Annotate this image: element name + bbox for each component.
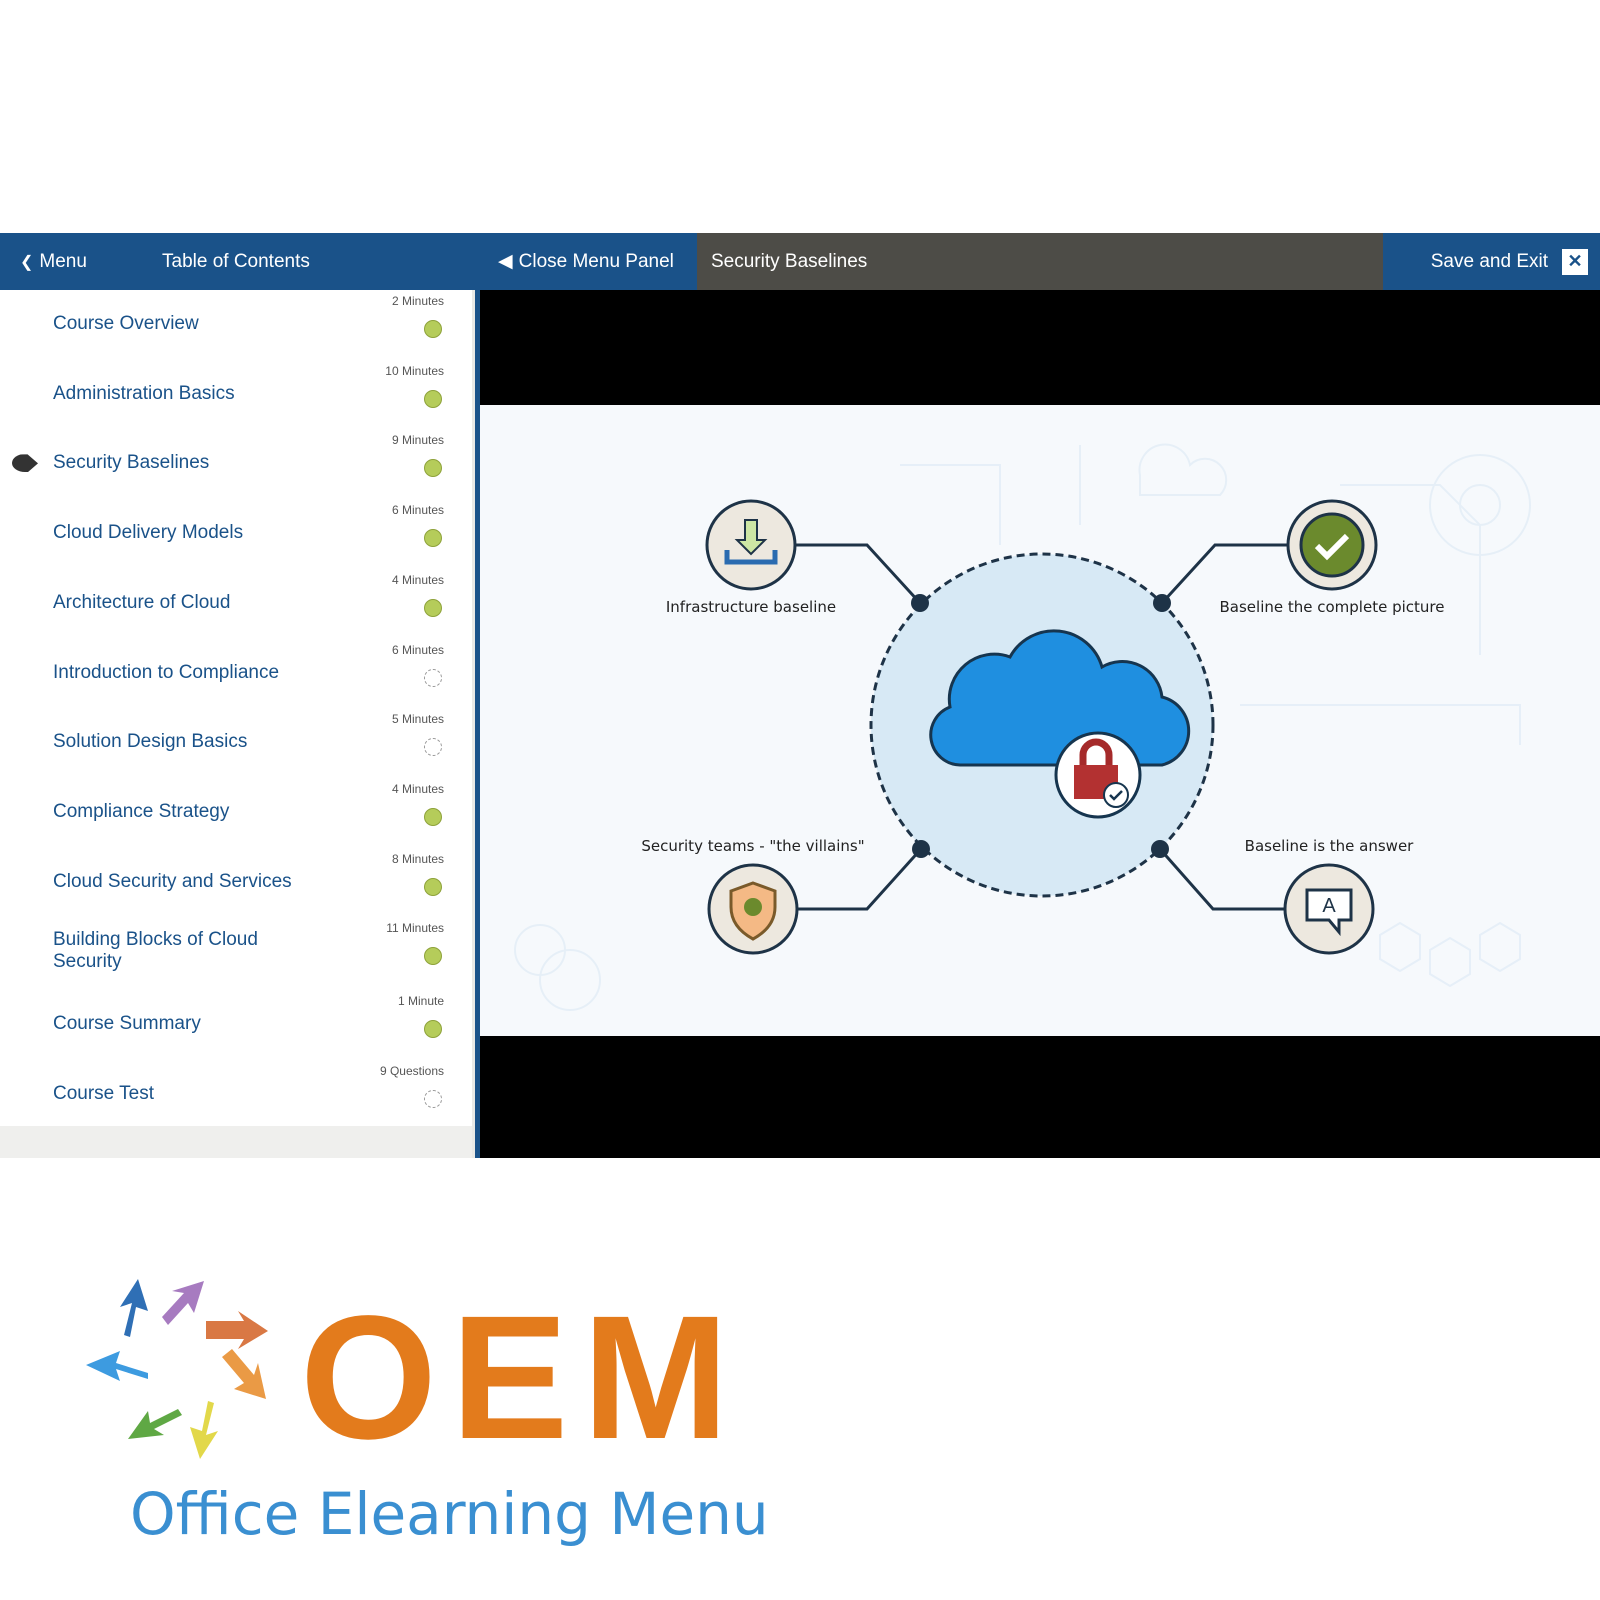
current-lesson-marker-icon xyxy=(12,454,38,473)
toc-item-duration: 11 Minutes xyxy=(386,921,444,936)
toc-item-duration: 6 Minutes xyxy=(391,642,444,657)
oem-logo-text: OEM xyxy=(300,1280,743,1476)
close-panel-label: Close Menu Panel xyxy=(518,250,674,272)
toc-header: ❮ Menu Table of Contents ◀ Close Menu Pane… xyxy=(0,233,697,290)
label-infrastructure-baseline: Infrastructure baseline xyxy=(666,598,836,616)
toc-item-title: Introduction to Compliance xyxy=(53,661,280,683)
complete-status-icon xyxy=(424,877,442,896)
bubble-letter: A xyxy=(1322,895,1336,917)
close-menu-panel-button[interactable]: ◀ Close Menu Panel xyxy=(498,250,674,273)
toc-item[interactable]: Cloud Security and Services 8 Minutes xyxy=(0,848,472,916)
toc-item[interactable]: Introduction to Compliance 6 Minutes xyxy=(0,639,472,707)
incomplete-status-icon xyxy=(424,1089,442,1108)
toc-item-title: Cloud Security and Services xyxy=(53,870,292,892)
complete-status-icon xyxy=(424,807,442,826)
toc-item[interactable]: Course Test 9 Questions xyxy=(0,1060,472,1128)
toc-item-title: Compliance Strategy xyxy=(53,800,230,822)
toc-item-duration: 5 Minutes xyxy=(391,712,444,727)
sidebar-footer xyxy=(0,1126,472,1158)
toc-item-duration: 9 Minutes xyxy=(391,433,444,448)
table-of-contents: Course Overview 2 Minutes Administration B… xyxy=(0,290,472,1126)
toc-item[interactable]: Course Summary 1 Minute xyxy=(0,990,472,1058)
toc-item-title: Security Baselines xyxy=(53,452,210,474)
chevron-left-icon: ❮ xyxy=(20,253,34,271)
incomplete-status-icon xyxy=(424,668,442,687)
toc-item-title: Solution Design Basics xyxy=(53,731,248,753)
label-security-teams: Security teams - "the villains" xyxy=(641,837,864,855)
close-icon[interactable]: ✕ xyxy=(1562,248,1588,275)
toc-title: Table of Contents xyxy=(162,251,310,273)
complete-status-icon xyxy=(424,389,442,408)
toc-item[interactable]: Cloud Delivery Models 6 Minutes xyxy=(0,499,472,567)
toc-label: Table of Contents xyxy=(162,250,310,272)
save-exit-label: Save and Exit xyxy=(1430,250,1548,272)
toc-item-duration: 1 Minute xyxy=(397,994,444,1008)
sidebar-scrollbar[interactable] xyxy=(472,290,480,1158)
menu-button[interactable]: ❮ Menu xyxy=(20,251,87,273)
toc-item[interactable]: Administration Basics 10 Minutes xyxy=(0,360,472,428)
incomplete-status-icon xyxy=(424,738,442,757)
toc-item-title: Administration Basics xyxy=(53,382,235,404)
complete-status-icon xyxy=(424,1020,442,1038)
lesson-title: Security Baselines xyxy=(711,250,868,272)
complete-status-icon xyxy=(424,320,442,338)
toc-item-duration: 4 Minutes xyxy=(391,572,444,587)
label-baseline-complete-picture: Baseline the complete picture xyxy=(1220,598,1445,616)
toc-item-title: Course Summary xyxy=(53,1013,201,1034)
slide-viewer: A Infrastructure baseline Baseline the c… xyxy=(480,290,1600,1158)
oem-logo-arrows xyxy=(86,1279,268,1459)
brand-tagline: Office Elearning Menu xyxy=(130,1480,769,1548)
title-bar: Security Baselines xyxy=(697,233,1383,290)
slide: A Infrastructure baseline Baseline the c… xyxy=(480,405,1600,1036)
toc-item-title: Course Overview xyxy=(53,313,199,334)
toc-item-duration: 9 Questions xyxy=(379,1063,444,1078)
toc-item[interactable]: Security Baselines 9 Minutes xyxy=(0,429,472,497)
speech-bubble-icon: A xyxy=(1283,863,1375,955)
toc-item-duration: 10 Minutes xyxy=(385,363,444,378)
toc-item-title: Course Test xyxy=(53,1082,155,1104)
complete-status-icon xyxy=(424,598,442,617)
menu-label: Menu xyxy=(39,250,87,272)
shield-icon xyxy=(707,863,799,955)
complete-status-icon xyxy=(424,459,442,478)
toc-item-title: Building Blocks of Cloud Security xyxy=(53,929,258,973)
checkmark-icon xyxy=(1286,499,1378,591)
label-baseline-answer: Baseline is the answer xyxy=(1245,837,1415,855)
toc-item-duration: 8 Minutes xyxy=(391,851,444,866)
infrastructure-icon xyxy=(705,499,797,591)
toc-item[interactable]: Architecture of Cloud 4 Minutes xyxy=(0,569,472,637)
toc-item-title: Architecture of Cloud xyxy=(53,591,231,613)
toc-item[interactable]: Course Overview 2 Minutes xyxy=(0,290,472,358)
complete-status-icon xyxy=(424,947,442,966)
toc-item[interactable]: Building Blocks of Cloud Security 11 Minu… xyxy=(0,917,472,985)
complete-status-icon xyxy=(424,529,442,548)
caret-left-icon: ◀ xyxy=(498,251,513,272)
toc-item-duration: 2 Minutes xyxy=(391,294,444,308)
toc-item[interactable]: Compliance Strategy 4 Minutes xyxy=(0,778,472,846)
toc-item-title: Cloud Delivery Models xyxy=(53,522,244,544)
toc-item-duration: 6 Minutes xyxy=(391,503,444,518)
save-exit-button[interactable]: Save and Exit ✕ xyxy=(1383,233,1600,290)
toc-item[interactable]: Solution Design Basics 5 Minutes xyxy=(0,708,472,776)
toc-item-duration: 4 Minutes xyxy=(391,781,444,796)
security-baseline-diagram: A Infrastructure baseline Baseline the c… xyxy=(514,443,1531,1011)
